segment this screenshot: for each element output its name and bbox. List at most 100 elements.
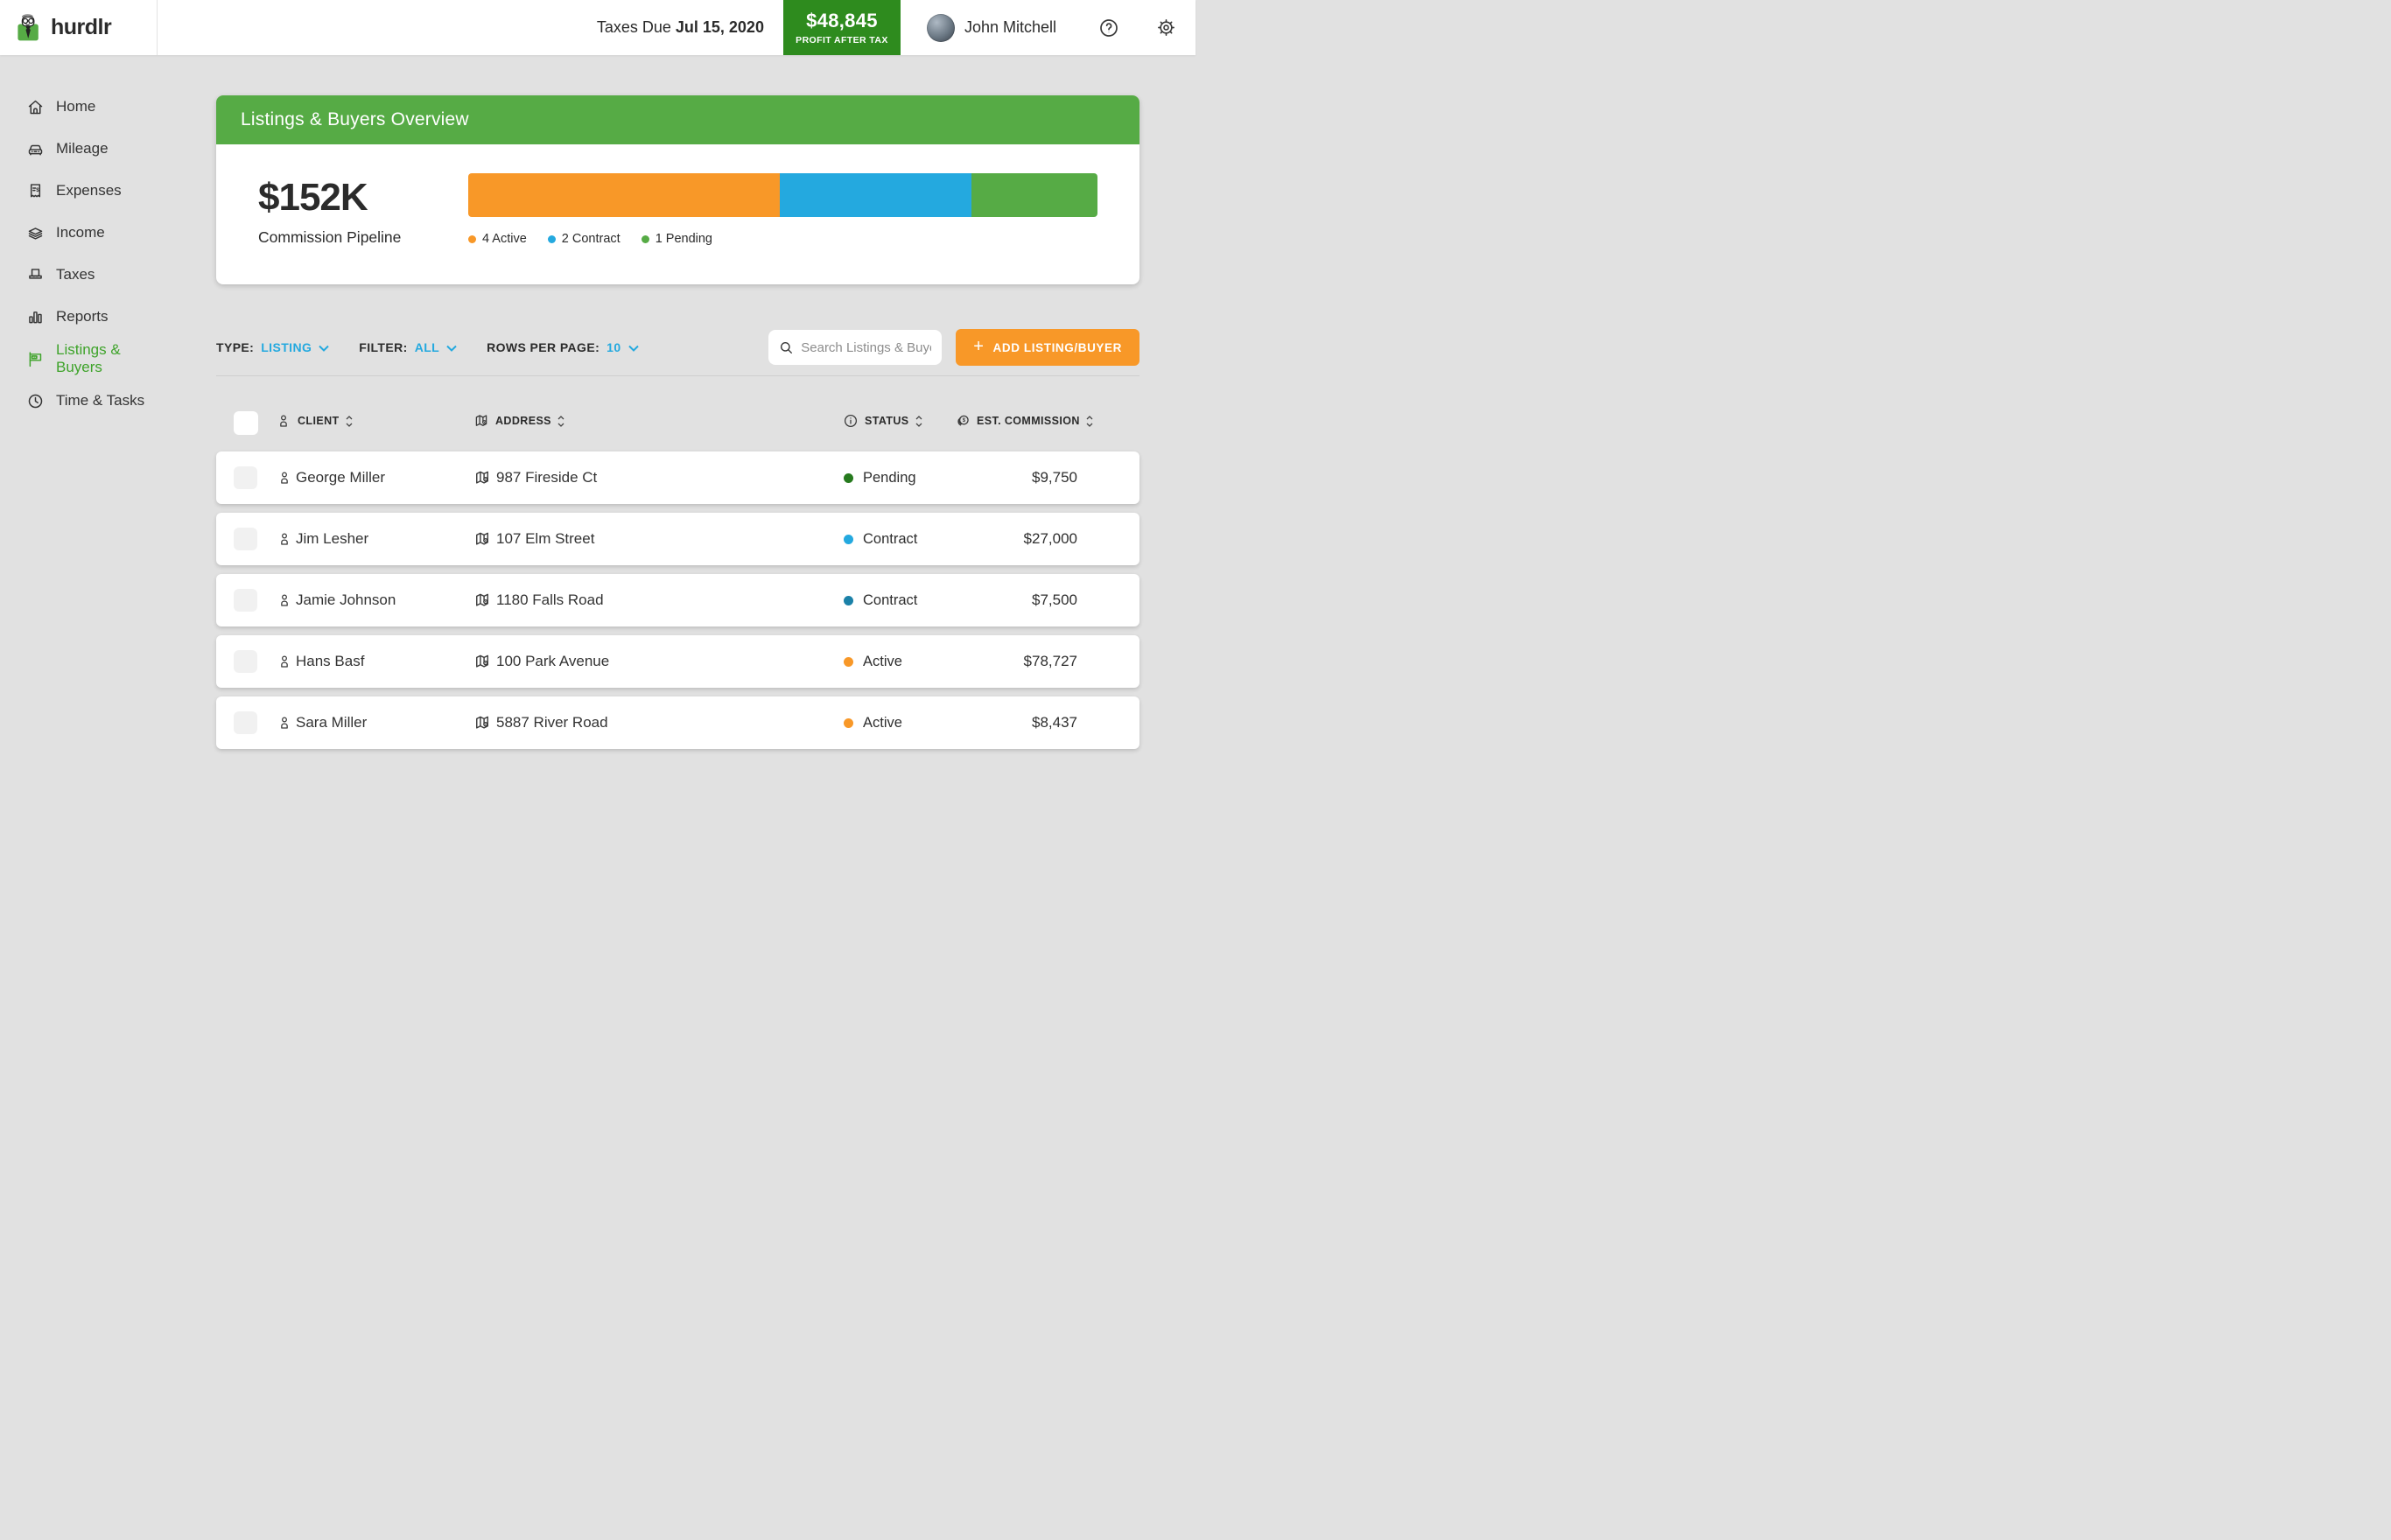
table-row[interactable]: Hans Basf 100 Park Avenue Active $78,727 [216, 635, 1139, 688]
address: 1180 Falls Road [496, 574, 604, 626]
receipt-icon: $ [26, 182, 45, 200]
row-checkbox[interactable] [234, 711, 257, 734]
sort-icon-status[interactable] [915, 416, 922, 427]
info-icon [843, 413, 859, 429]
sidebar-item-mileage[interactable]: Mileage [0, 128, 158, 170]
top-hat-icon [26, 266, 45, 284]
column-header-address: ADDRESS [495, 415, 551, 427]
est-commission: $8,437 [1032, 696, 1077, 749]
client-name: Sara Miller [296, 696, 367, 749]
client-name: Jamie Johnson [296, 574, 396, 626]
sidebar-item-label: Expenses [56, 182, 122, 200]
search-input[interactable] [801, 340, 931, 355]
rows-per-page-value: 10 [607, 340, 621, 354]
status-filter-dropdown[interactable]: FILTER: ALL [359, 340, 457, 354]
row-checkbox[interactable] [234, 528, 257, 550]
legend-label: 2 Contract [562, 232, 621, 246]
address: 987 Fireside Ct [496, 452, 597, 504]
column-header-status: STATUS [865, 415, 909, 427]
plus-icon: + [973, 338, 984, 355]
status-dot [844, 596, 853, 606]
person-icon [277, 531, 292, 547]
table-row[interactable]: Sara Miller 5887 River Road Active $8,43… [216, 696, 1139, 749]
bar-chart-icon [26, 308, 45, 326]
client-name: Jim Lesher [296, 513, 368, 565]
est-commission: $9,750 [1032, 452, 1077, 504]
bar-segment-active [468, 173, 780, 217]
chevron-down-icon [628, 343, 639, 352]
add-button-label: ADD LISTING/BUYER [993, 341, 1122, 354]
status-label: Contract [863, 574, 917, 626]
help-button[interactable] [1098, 18, 1119, 38]
sidebar-item-time-tasks[interactable]: Time & Tasks [0, 380, 158, 422]
sort-icon-client[interactable] [346, 416, 353, 427]
map-pin-icon [473, 469, 491, 486]
sidebar: Home Mileage $ Expenses Income Taxes Rep… [0, 55, 158, 770]
sidebar-item-expenses[interactable]: $ Expenses [0, 170, 158, 212]
sort-icon-address[interactable] [557, 416, 564, 427]
profit-after-tax-badge[interactable]: $48,845 PROFIT AFTER TAX [783, 0, 901, 55]
row-checkbox[interactable] [234, 650, 257, 673]
sidebar-item-listings-buyers[interactable]: SALE Listings & Buyers [0, 338, 158, 380]
person-icon [276, 413, 291, 429]
hurdlr-logo-icon [13, 12, 45, 44]
rows-per-page-dropdown[interactable]: ROWS PER PAGE: 10 [487, 340, 638, 354]
table-row[interactable]: Jim Lesher 107 Elm Street Contract $27,0… [216, 513, 1139, 565]
sidebar-item-taxes[interactable]: Taxes [0, 254, 158, 296]
legend-dot-active [468, 235, 476, 243]
svg-text:$: $ [36, 187, 39, 193]
brand-logo[interactable]: hurdlr [0, 0, 158, 55]
sidebar-item-home[interactable]: Home [0, 86, 158, 128]
legend-dot-pending [642, 235, 649, 243]
settings-button[interactable] [1156, 18, 1176, 38]
user-menu[interactable]: John Mitchell [927, 14, 1056, 42]
type-filter-dropdown[interactable]: TYPE: LISTING [216, 340, 329, 354]
row-checkbox[interactable] [234, 466, 257, 489]
map-pin-icon [473, 653, 491, 670]
status-label: Contract [863, 513, 917, 565]
avatar[interactable] [927, 14, 955, 42]
sort-icon-est-commission[interactable] [1086, 416, 1093, 427]
taxes-due-date: Jul 15, 2020 [676, 18, 764, 36]
add-listing-buyer-button[interactable]: + ADD LISTING/BUYER [956, 329, 1139, 366]
pipeline-legend: 4 Active 2 Contract 1 Pending [468, 232, 712, 246]
est-commission: $7,500 [1032, 574, 1077, 626]
sidebar-item-label: Home [56, 98, 95, 116]
listings-table: George Miller 987 Fireside Ct Pending $9… [216, 452, 1139, 758]
legend-item-contract: 2 Contract [548, 232, 621, 246]
clock-icon [26, 392, 45, 410]
table-row[interactable]: Jamie Johnson 1180 Falls Road Contract $… [216, 574, 1139, 626]
select-all-checkbox[interactable] [234, 411, 258, 435]
rows-per-page-label: ROWS PER PAGE: [487, 340, 600, 354]
sidebar-item-label: Taxes [56, 266, 95, 284]
legend-label: 1 Pending [656, 232, 712, 246]
listings-buyers-overview-card: Listings & Buyers Overview $152K Commiss… [216, 95, 1139, 284]
status-dot [844, 718, 853, 728]
taxes-due-text: Taxes Due Jul 15, 2020 [597, 18, 764, 37]
map-pin-icon [473, 592, 491, 609]
commission-pipeline-label: Commission Pipeline [258, 228, 401, 247]
list-controls: TYPE: LISTING FILTER: ALL ROWS PER PAGE:… [216, 328, 1139, 367]
brand-name: hurdlr [51, 15, 111, 40]
table-header: CLIENT ADDRESS STATUS $ [216, 407, 1139, 435]
row-checkbox[interactable] [234, 589, 257, 612]
legend-item-pending: 1 Pending [642, 232, 712, 246]
status-label: Active [863, 696, 902, 749]
map-pin-icon [473, 714, 491, 732]
status-filter-value: ALL [415, 340, 439, 354]
person-icon [277, 470, 292, 486]
user-name: John Mitchell [964, 18, 1056, 37]
person-icon [277, 592, 292, 608]
main-content: Listings & Buyers Overview $152K Commiss… [158, 55, 1196, 770]
status-dot [844, 657, 853, 667]
person-icon [277, 654, 292, 669]
address: 107 Elm Street [496, 513, 594, 565]
overview-title: Listings & Buyers Overview [241, 109, 469, 130]
overview-card-header: Listings & Buyers Overview [216, 95, 1139, 144]
sidebar-item-reports[interactable]: Reports [0, 296, 158, 338]
table-row[interactable]: George Miller 987 Fireside Ct Pending $9… [216, 452, 1139, 504]
sidebar-item-income[interactable]: Income [0, 212, 158, 254]
svg-text:SALE: SALE [32, 356, 39, 359]
address: 5887 River Road [496, 696, 608, 749]
controls-divider [216, 375, 1139, 376]
